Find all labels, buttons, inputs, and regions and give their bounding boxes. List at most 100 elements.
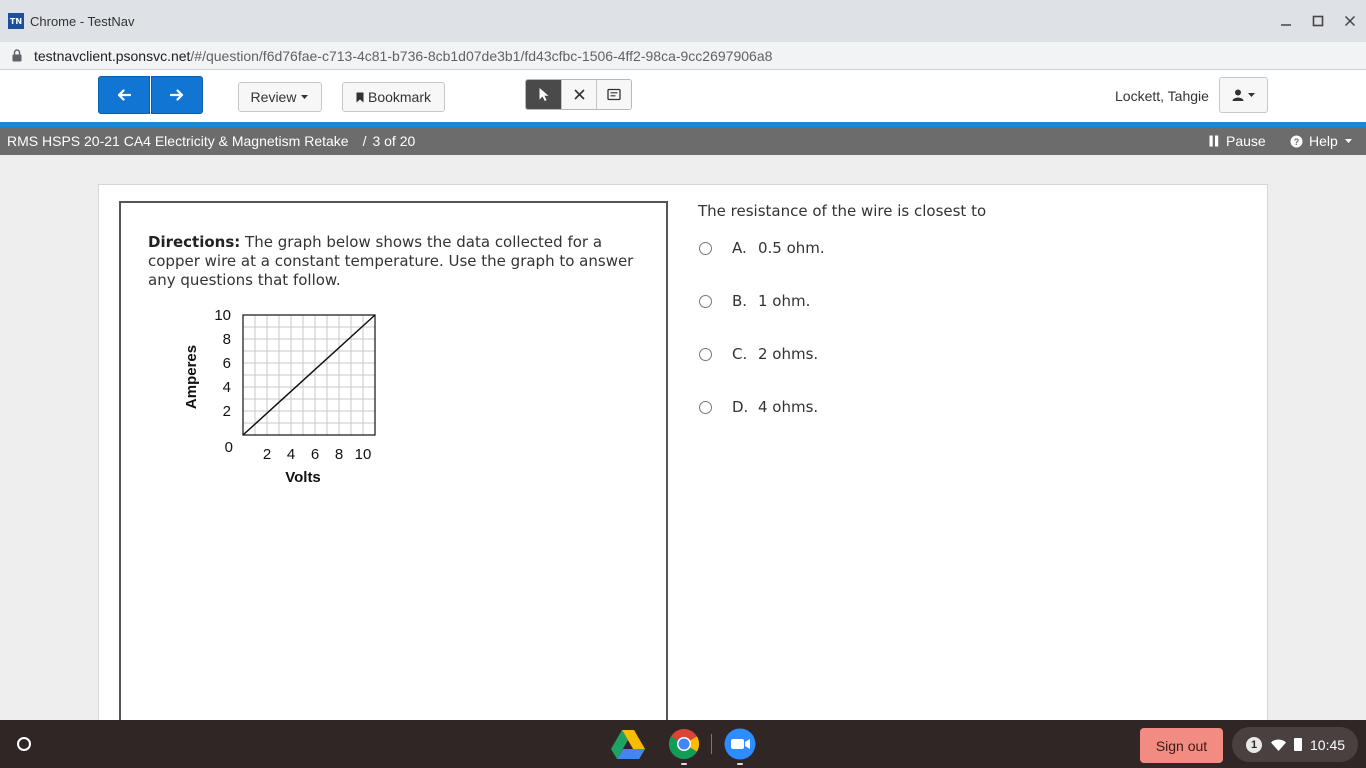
clock: 10:45 [1310,736,1346,753]
x-axis-label: Volts [285,469,321,486]
minimize-icon [1281,24,1291,26]
google-drive-app[interactable] [611,727,645,761]
choice-b-text: 1 ohm. [758,292,811,310]
window-controls [1270,0,1366,42]
url-path: /#/question/f6d76fae-c713-4c81-b736-8cb1… [190,47,773,64]
caret-down-icon [1344,139,1352,143]
testnav-toolbar: Review Bookmark Lockett, Tahgie [0,70,1366,122]
shelf-separator [711,734,712,754]
choice-d-text: 4 ohms. [758,398,819,416]
previous-question-button[interactable] [98,76,150,114]
url-text[interactable]: testnavclient.psonsvc.net/#/question/f6d… [34,48,772,64]
close-window-button[interactable] [1334,0,1366,42]
test-name: RMS HSPS 20-21 CA4 Electricity & Magneti… [7,133,349,149]
choice-d[interactable]: D. 4 ohms. [699,398,818,416]
testnav-logo: TN [8,13,24,29]
review-dropdown-button[interactable]: Review [238,82,322,112]
choice-b-radio[interactable] [699,294,712,308]
battery-icon [1294,738,1302,751]
zoom-app[interactable] [723,727,757,765]
test-info-bar: RMS HSPS 20-21 CA4 Electricity & Magneti… [0,127,1366,155]
window-title: Chrome - TestNav [30,13,135,29]
directions-text: Directions: The graph below shows the da… [148,233,638,290]
volts-amperes-graph: 2 4 6 8 102468100VoltsAmperes [183,307,376,486]
pause-icon [1209,135,1219,147]
answer-tools [525,79,632,110]
svg-text:?: ? [1294,137,1300,147]
y-tick-label: 4 [223,379,231,396]
chrome-icon [668,729,700,760]
user-name: Lockett, Tahgie [1115,88,1209,104]
zoom-icon [724,728,756,760]
choice-c-letter: C. [732,345,748,363]
notification-badge: 1 [1246,736,1262,753]
status-tray[interactable]: 1 10:45 [1232,727,1358,762]
maximize-button[interactable] [1302,0,1334,42]
help-label: Help [1309,133,1338,149]
launcher-button[interactable] [8,728,40,760]
choice-a[interactable]: A. 0.5 ohm. [699,239,825,257]
running-indicator [681,763,687,765]
address-bar[interactable]: testnavclient.psonsvc.net/#/question/f6d… [0,42,1366,70]
lock-icon [12,49,24,63]
choice-c[interactable]: C. 2 ohms. [699,345,818,363]
chrome-app[interactable] [667,727,701,765]
x-tick-label: 8 [335,446,343,463]
choice-d-radio[interactable] [699,400,712,414]
maximize-icon [1312,15,1324,27]
x-tick-label: 2 [263,446,271,463]
y-tick-label: 10 [214,307,231,324]
choice-b[interactable]: B. 1 ohm. [699,292,810,310]
bookmark-button[interactable]: Bookmark [342,82,445,112]
x-tick-label: 4 [287,446,295,463]
minimize-button[interactable] [1270,0,1302,42]
choice-b-letter: B. [732,292,748,310]
launcher-icon [17,737,31,751]
url-host: testnavclient.psonsvc.net [34,47,191,64]
help-icon: ? [1290,135,1303,147]
bookmark-icon [356,92,364,102]
user-menu-button[interactable] [1219,77,1268,113]
caret-down-icon [1247,93,1255,97]
origin-label: 0 [225,439,233,456]
choice-a-radio[interactable] [699,241,712,255]
notepad-tool[interactable] [596,80,631,109]
bookmark-label: Bookmark [367,89,432,105]
y-tick-label: 6 [223,355,231,372]
arrow-right-icon [170,89,184,101]
review-label: Review [250,89,297,105]
next-question-button[interactable] [151,76,203,114]
pause-button[interactable]: Pause [1209,133,1266,149]
x-tick-label: 10 [355,446,372,463]
running-indicator [737,763,743,765]
help-dropdown-button[interactable]: ? Help [1290,133,1353,149]
question-prompt: The resistance of the wire is closest to [698,202,987,220]
eliminator-x-icon [573,89,585,100]
os-shelf: Sign out 1 10:45 [0,720,1366,768]
pause-label: Pause [1226,133,1266,149]
y-axis-label: Amperes [183,345,200,409]
sign-out-button[interactable]: Sign out [1140,728,1223,763]
choice-c-text: 2 ohms. [758,345,819,363]
choice-a-letter: A. [732,239,747,257]
pointer-tool[interactable] [526,80,561,109]
passage-panel[interactable]: Directions: The graph below shows the da… [119,201,668,741]
y-tick-label: 2 [223,403,231,420]
progress-separator: / [362,133,367,149]
user-icon [1232,89,1243,101]
question-card: Directions: The graph below shows the da… [98,184,1268,744]
answer-eliminator-tool[interactable] [561,80,596,109]
choice-a-text: 0.5 ohm. [758,239,825,257]
arrow-left-icon [117,89,131,101]
x-tick-label: 6 [311,446,319,463]
pointer-icon [539,88,548,101]
y-tick-label: 8 [223,331,231,348]
choice-c-radio[interactable] [699,347,712,361]
caret-down-icon [301,95,309,99]
navigation-buttons [98,76,203,114]
choice-d-letter: D. [732,398,749,416]
notepad-icon [607,88,621,101]
directions-label: Directions: [148,233,241,251]
window-title-bar: TN Chrome - TestNav [0,0,1366,42]
wifi-icon [1271,739,1286,751]
